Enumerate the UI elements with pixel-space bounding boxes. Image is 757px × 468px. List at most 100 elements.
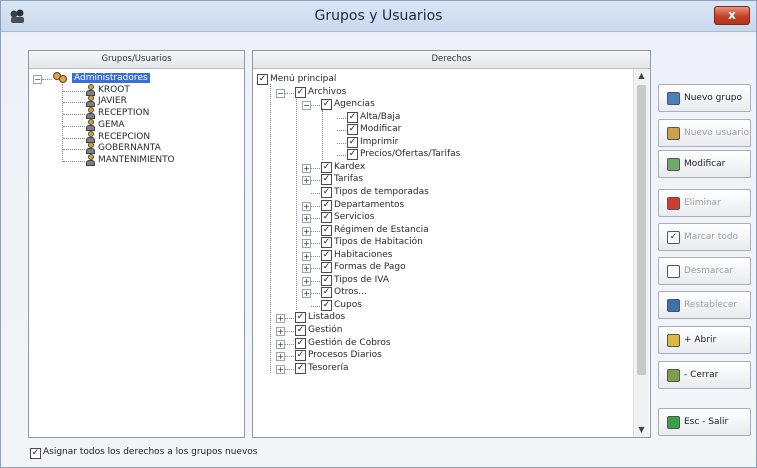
scroll-up-arrow-icon[interactable]: ▲	[634, 69, 649, 83]
rights-tree-item[interactable]: ✓ Listados	[295, 311, 345, 324]
rights-tree-item[interactable]: ✓ Tipos de Habitación	[321, 236, 423, 249]
user-node[interactable]: MANTENIMIENTO	[86, 153, 175, 167]
marcar-todo-button[interactable]: ✓ Marcar todo	[658, 223, 751, 251]
right-checkbox[interactable]: ✓	[347, 136, 358, 148]
group-icon	[53, 72, 69, 84]
rights-tree-item[interactable]: ✓ Gestión de Cobros	[295, 337, 391, 350]
tree-expand-toggle[interactable]: −	[276, 88, 285, 98]
right-checkbox[interactable]: ✓	[321, 99, 332, 111]
right-checkbox[interactable]: ✓	[295, 312, 306, 324]
rights-tree-item[interactable]: ✓ Tipos de temporadas	[321, 186, 429, 199]
assign-all-checkbox[interactable]: ✓ Asignar todos los derechos a los grupos…	[30, 447, 257, 459]
right-checkbox[interactable]: ✓	[257, 74, 268, 85]
right-checkbox[interactable]: ✓	[321, 249, 332, 261]
user-label: KROOT	[98, 84, 130, 95]
modificar-button[interactable]: Modificar	[658, 150, 751, 178]
right-checkbox[interactable]: ✓	[321, 161, 332, 173]
tree-expand-toggle[interactable]: +	[302, 163, 311, 173]
rights-tree-item[interactable]: ✓ Imprimir	[347, 136, 398, 149]
esc-salir-button[interactable]: Esc - Salir	[658, 408, 751, 436]
right-checkbox[interactable]: ✓	[295, 337, 306, 349]
tree-expand-toggle[interactable]: +	[302, 264, 311, 274]
rights-tree-item[interactable]: ✓ Otros...	[321, 286, 367, 299]
tree-connector	[285, 368, 294, 370]
tree-connector	[285, 92, 294, 94]
group-collapse-toggle[interactable]: −	[33, 75, 42, 84]
rights-tree-item[interactable]: ✓ Kardex	[321, 161, 365, 174]
tree-expand-toggle[interactable]: +	[302, 226, 311, 236]
right-checkbox[interactable]: ✓	[321, 224, 332, 236]
right-checkbox[interactable]: ✓	[321, 287, 332, 299]
right-checkbox[interactable]: ✓	[295, 350, 306, 362]
tree-expand-toggle[interactable]: +	[302, 214, 311, 224]
right-checkbox[interactable]: ✓	[321, 299, 332, 311]
right-checkbox[interactable]: ✓	[347, 149, 358, 161]
rights-tree-item[interactable]: ✓ Tesorería	[295, 362, 348, 375]
restablecer-button[interactable]: Restablecer	[658, 291, 751, 319]
abrir-button[interactable]: + Abrir	[658, 326, 751, 354]
rights-tree-item[interactable]: ✓ Tarifas	[321, 173, 363, 186]
title-bar[interactable]: Grupos y Usuarios x	[1, 1, 756, 32]
tree-expand-toggle[interactable]: +	[302, 201, 311, 211]
right-checkbox[interactable]: ✓	[321, 212, 332, 224]
cerrar-button[interactable]: - Cerrar	[658, 361, 751, 389]
rights-tree-item[interactable]: ✓ Régimen de Estancia	[321, 224, 429, 237]
tree-expand-toggle[interactable]: +	[276, 364, 285, 374]
tree-expand-toggle[interactable]: +	[302, 176, 311, 186]
scroll-thumb[interactable]	[637, 85, 646, 375]
eliminar-button[interactable]: Eliminar	[658, 189, 751, 217]
scroll-down-arrow-icon[interactable]: ▼	[634, 423, 649, 437]
nuevo-usuario-button[interactable]: Nuevo usuario	[658, 119, 751, 147]
rights-scrollbar[interactable]: ▲ ▼	[633, 69, 649, 437]
right-checkbox[interactable]: ✓	[321, 174, 332, 186]
rights-tree-item[interactable]: ✓ Tipos de IVA	[321, 274, 389, 287]
rights-tree-item[interactable]: ✓ Servicios	[321, 211, 374, 224]
tree-expand-toggle[interactable]: +	[302, 239, 311, 249]
right-checkbox[interactable]: ✓	[321, 199, 332, 211]
tree-connector	[311, 293, 320, 295]
rights-tree-item[interactable]: ✓ Departamentos	[321, 199, 404, 212]
nuevo-grupo-button[interactable]: Nuevo grupo	[658, 84, 751, 112]
rights-tree-item[interactable]: ✓ Procesos Diarios	[295, 349, 382, 362]
tree-connector	[337, 117, 346, 119]
rights-tree-item[interactable]: ✓ Precios/Ofertas/Tarifas	[347, 148, 460, 161]
right-checkbox[interactable]: ✓	[321, 186, 332, 198]
right-checkbox[interactable]: ✓	[295, 86, 306, 98]
rights-tree-item[interactable]: ✓ Gestión	[295, 324, 342, 337]
tree-expand-toggle[interactable]: +	[302, 276, 311, 286]
desmarcar-button[interactable]: Desmarcar	[658, 257, 751, 285]
tree-connector	[337, 155, 346, 157]
rights-tree-item[interactable]: ✓ Modificar	[347, 123, 401, 136]
tree-connector	[311, 268, 320, 270]
rights-tree-item[interactable]: ✓ Cupos	[321, 299, 362, 312]
rights-tree-item[interactable]: ✓ Archivos	[295, 86, 346, 99]
tree-expand-toggle[interactable]: +	[276, 327, 285, 336]
right-checkbox[interactable]: ✓	[295, 362, 306, 374]
right-checkbox[interactable]: ✓	[321, 274, 332, 286]
tree-expand-toggle[interactable]: +	[276, 352, 285, 362]
tree-expand-toggle[interactable]: +	[302, 251, 311, 261]
check-all-icon: ✓	[667, 231, 680, 244]
rights-tree-item[interactable]: ✓ Formas de Pago	[321, 261, 406, 274]
rights-tree-item[interactable]: ✓ Agencias	[321, 98, 375, 111]
right-checkbox[interactable]: ✓	[347, 124, 358, 136]
tree-expand-toggle[interactable]: +	[276, 314, 285, 324]
rights-tree-item[interactable]: ✓ Habitaciones	[321, 249, 392, 262]
close-button[interactable]: x	[714, 6, 750, 25]
user-label: GOBERNANTA	[98, 143, 161, 154]
folder-close-icon	[667, 369, 680, 382]
tree-expand-toggle[interactable]: −	[302, 101, 311, 111]
right-checkbox[interactable]: ✓	[321, 237, 332, 249]
rights-panel: Derechos ✓ Menú principal − ✓ Archivos − ✓ Agen…	[252, 50, 651, 438]
assign-all-checkbox-box[interactable]: ✓	[30, 448, 41, 459]
tree-expand-toggle[interactable]: +	[302, 289, 311, 299]
tree-expand-toggle[interactable]: +	[276, 339, 285, 349]
right-checkbox[interactable]: ✓	[321, 262, 332, 274]
right-checkbox[interactable]: ✓	[347, 111, 358, 123]
rights-tree-item[interactable]: ✓ Alta/Baja	[347, 111, 400, 124]
tree-connector	[296, 97, 297, 311]
right-checkbox[interactable]: ✓	[295, 325, 306, 336]
tree-connector	[285, 318, 294, 320]
rights-tree-item[interactable]: ✓ Menú principal	[257, 73, 336, 86]
user-label: GEMA	[98, 119, 125, 130]
